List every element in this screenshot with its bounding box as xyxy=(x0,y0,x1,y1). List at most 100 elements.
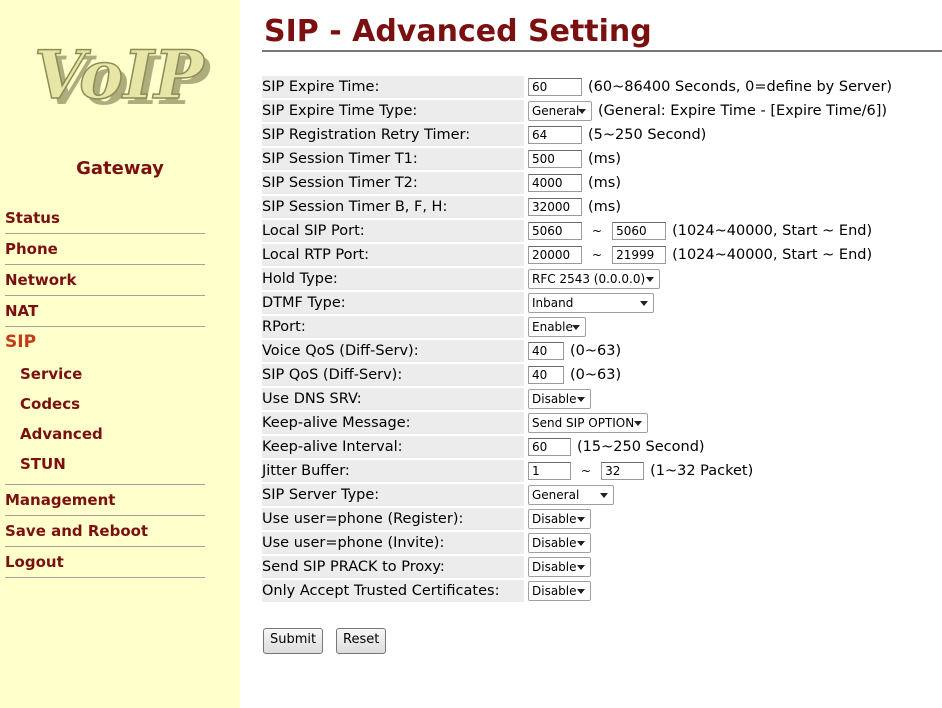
timer-t1-hint: (ms) xyxy=(588,151,621,167)
row-sip-expire-time-type: SIP Expire Time Type: General (General: … xyxy=(262,100,942,122)
keepalive-message-select[interactable]: Send SIP OPTION xyxy=(528,413,648,433)
nav-sip-advanced[interactable]: Advanced xyxy=(20,425,103,443)
retry-timer-input[interactable]: 64 xyxy=(528,126,582,144)
timer-bfh-input[interactable]: 32000 xyxy=(528,198,582,216)
nav-logout[interactable]: Logout xyxy=(5,553,205,571)
local-rtp-port-label: Local RTP Port: xyxy=(262,244,524,266)
userphone-invite-select[interactable]: Disable xyxy=(528,533,591,553)
retry-timer-label: SIP Registration Retry Timer: xyxy=(262,124,524,146)
nav-sip[interactable]: SIP xyxy=(5,332,205,352)
submit-button[interactable]: Submit xyxy=(263,628,324,654)
gateway-label: Gateway xyxy=(76,158,164,179)
rtp-port-start-input[interactable]: 20000 xyxy=(528,246,582,264)
userphone-invite-label: Use user=phone (Invite): xyxy=(262,532,524,554)
timer-t1-label: SIP Session Timer T1: xyxy=(262,148,524,170)
rtp-port-end-input[interactable]: 21999 xyxy=(612,246,667,264)
dns-srv-select[interactable]: Disable xyxy=(528,389,591,409)
timer-t2-input[interactable]: 4000 xyxy=(528,174,582,192)
nav-nat[interactable]: NAT xyxy=(5,302,205,320)
nav-divider xyxy=(5,295,205,296)
row-trusted-certs: Only Accept Trusted Certificates: Disabl… xyxy=(262,580,942,602)
jitter-max-input[interactable]: 32 xyxy=(601,462,645,480)
sip-server-type-select[interactable]: General xyxy=(528,485,614,505)
dtmf-type-label: DTMF Type: xyxy=(262,292,524,314)
page-title: SIP - Advanced Setting xyxy=(264,14,652,49)
sidebar: VoIP VoIP Gateway Status Phone Network N… xyxy=(0,0,240,708)
nav-divider xyxy=(5,515,205,516)
sip-qos-input[interactable]: 40 xyxy=(528,366,564,384)
rport-select[interactable]: Enable xyxy=(528,317,586,337)
retry-timer-hint: (5~250 Second) xyxy=(588,127,707,143)
nav-phone[interactable]: Phone xyxy=(5,240,205,258)
nav-management[interactable]: Management xyxy=(5,491,205,509)
sip-server-type-label: SIP Server Type: xyxy=(262,484,524,506)
row-keepalive-message: Keep-alive Message: Send SIP OPTION xyxy=(262,412,942,434)
sip-port-end-input[interactable]: 5060 xyxy=(612,222,667,240)
row-userphone-register: Use user=phone (Register): Disable xyxy=(262,508,942,530)
row-retry-timer: SIP Registration Retry Timer: 64 (5~250 … xyxy=(262,124,942,146)
range-separator: ~ xyxy=(592,248,603,262)
prack-select[interactable]: Disable xyxy=(528,557,591,577)
sip-qos-label: SIP QoS (Diff-Serv): xyxy=(262,364,524,386)
nav-divider xyxy=(5,546,205,547)
keepalive-interval-input[interactable]: 60 xyxy=(528,438,571,456)
local-rtp-port-hint: (1024~40000, Start ~ End) xyxy=(672,247,873,263)
jitter-buffer-label: Jitter Buffer: xyxy=(262,460,524,482)
row-rport: RPort: Enable xyxy=(262,316,942,338)
row-timer-t2: SIP Session Timer T2: 4000 (ms) xyxy=(262,172,942,194)
row-voice-qos: Voice QoS (Diff-Serv): 40 (0~63) xyxy=(262,340,942,362)
row-hold-type: Hold Type: RFC 2543 (0.0.0.0) xyxy=(262,268,942,290)
row-timer-t1: SIP Session Timer T1: 500 (ms) xyxy=(262,148,942,170)
timer-bfh-label: SIP Session Timer B, F, H: xyxy=(262,196,524,218)
trusted-certs-select[interactable]: Disable xyxy=(528,581,591,601)
sip-expire-time-type-label: SIP Expire Time Type: xyxy=(262,100,524,122)
row-jitter-buffer: Jitter Buffer: 1 ~ 32 (1~32 Packet) xyxy=(262,460,942,482)
nav-sip-stun[interactable]: STUN xyxy=(20,455,66,473)
nav-sip-service[interactable]: Service xyxy=(20,365,82,383)
row-dtmf-type: DTMF Type: Inband xyxy=(262,292,942,314)
timer-t1-input[interactable]: 500 xyxy=(528,150,582,168)
sip-expire-time-hint: (60~86400 Seconds, 0=define by Server) xyxy=(588,79,893,95)
sip-port-start-input[interactable]: 5060 xyxy=(528,222,582,240)
local-sip-port-hint: (1024~40000, Start ~ End) xyxy=(672,223,873,239)
row-sip-qos: SIP QoS (Diff-Serv): 40 (0~63) xyxy=(262,364,942,386)
sip-qos-hint: (0~63) xyxy=(570,367,622,383)
row-local-rtp-port: Local RTP Port: 20000 ~ 21999 (1024~4000… xyxy=(262,244,942,266)
nav-save-reboot[interactable]: Save and Reboot xyxy=(5,522,205,540)
nav-status[interactable]: Status xyxy=(5,209,205,227)
row-sip-expire-time: SIP Expire Time: 60 (60~86400 Seconds, 0… xyxy=(262,76,942,98)
range-separator: ~ xyxy=(592,224,603,238)
row-dns-srv: Use DNS SRV: Disable xyxy=(262,388,942,410)
nav-divider xyxy=(5,233,205,234)
timer-t2-hint: (ms) xyxy=(588,175,621,191)
jitter-buffer-hint: (1~32 Packet) xyxy=(650,463,754,479)
row-timer-bfh: SIP Session Timer B, F, H: 32000 (ms) xyxy=(262,196,942,218)
nav-sip-codecs[interactable]: Codecs xyxy=(20,395,80,413)
keepalive-interval-hint: (15~250 Second) xyxy=(577,439,705,455)
reset-button[interactable]: Reset xyxy=(336,628,387,654)
row-sip-server-type: SIP Server Type: General xyxy=(262,484,942,506)
range-separator: ~ xyxy=(581,464,592,478)
jitter-min-input[interactable]: 1 xyxy=(528,462,571,480)
hold-type-select[interactable]: RFC 2543 (0.0.0.0) xyxy=(528,269,660,289)
userphone-register-label: Use user=phone (Register): xyxy=(262,508,524,530)
voice-qos-input[interactable]: 40 xyxy=(528,342,564,360)
sip-expire-time-type-select[interactable]: General xyxy=(528,101,592,121)
keepalive-interval-label: Keep-alive Interval: xyxy=(262,436,524,458)
voip-logo: VoIP VoIP xyxy=(33,35,212,114)
userphone-register-select[interactable]: Disable xyxy=(528,509,591,529)
dtmf-type-select[interactable]: Inband xyxy=(528,293,654,313)
nav-network[interactable]: Network xyxy=(5,271,205,289)
nav-divider xyxy=(5,326,205,327)
timer-bfh-hint: (ms) xyxy=(588,199,621,215)
dns-srv-label: Use DNS SRV: xyxy=(262,388,524,410)
sip-expire-time-label: SIP Expire Time: xyxy=(262,76,524,98)
trusted-certs-label: Only Accept Trusted Certificates: xyxy=(262,580,524,602)
sip-expire-time-input[interactable]: 60 xyxy=(528,78,582,96)
title-divider xyxy=(262,50,942,52)
sip-expire-time-type-hint: (General: Expire Time - [Expire Time/6]) xyxy=(598,103,888,119)
hold-type-label: Hold Type: xyxy=(262,268,524,290)
rport-label: RPort: xyxy=(262,316,524,338)
row-local-sip-port: Local SIP Port: 5060 ~ 5060 (1024~40000,… xyxy=(262,220,942,242)
voice-qos-label: Voice QoS (Diff-Serv): xyxy=(262,340,524,362)
